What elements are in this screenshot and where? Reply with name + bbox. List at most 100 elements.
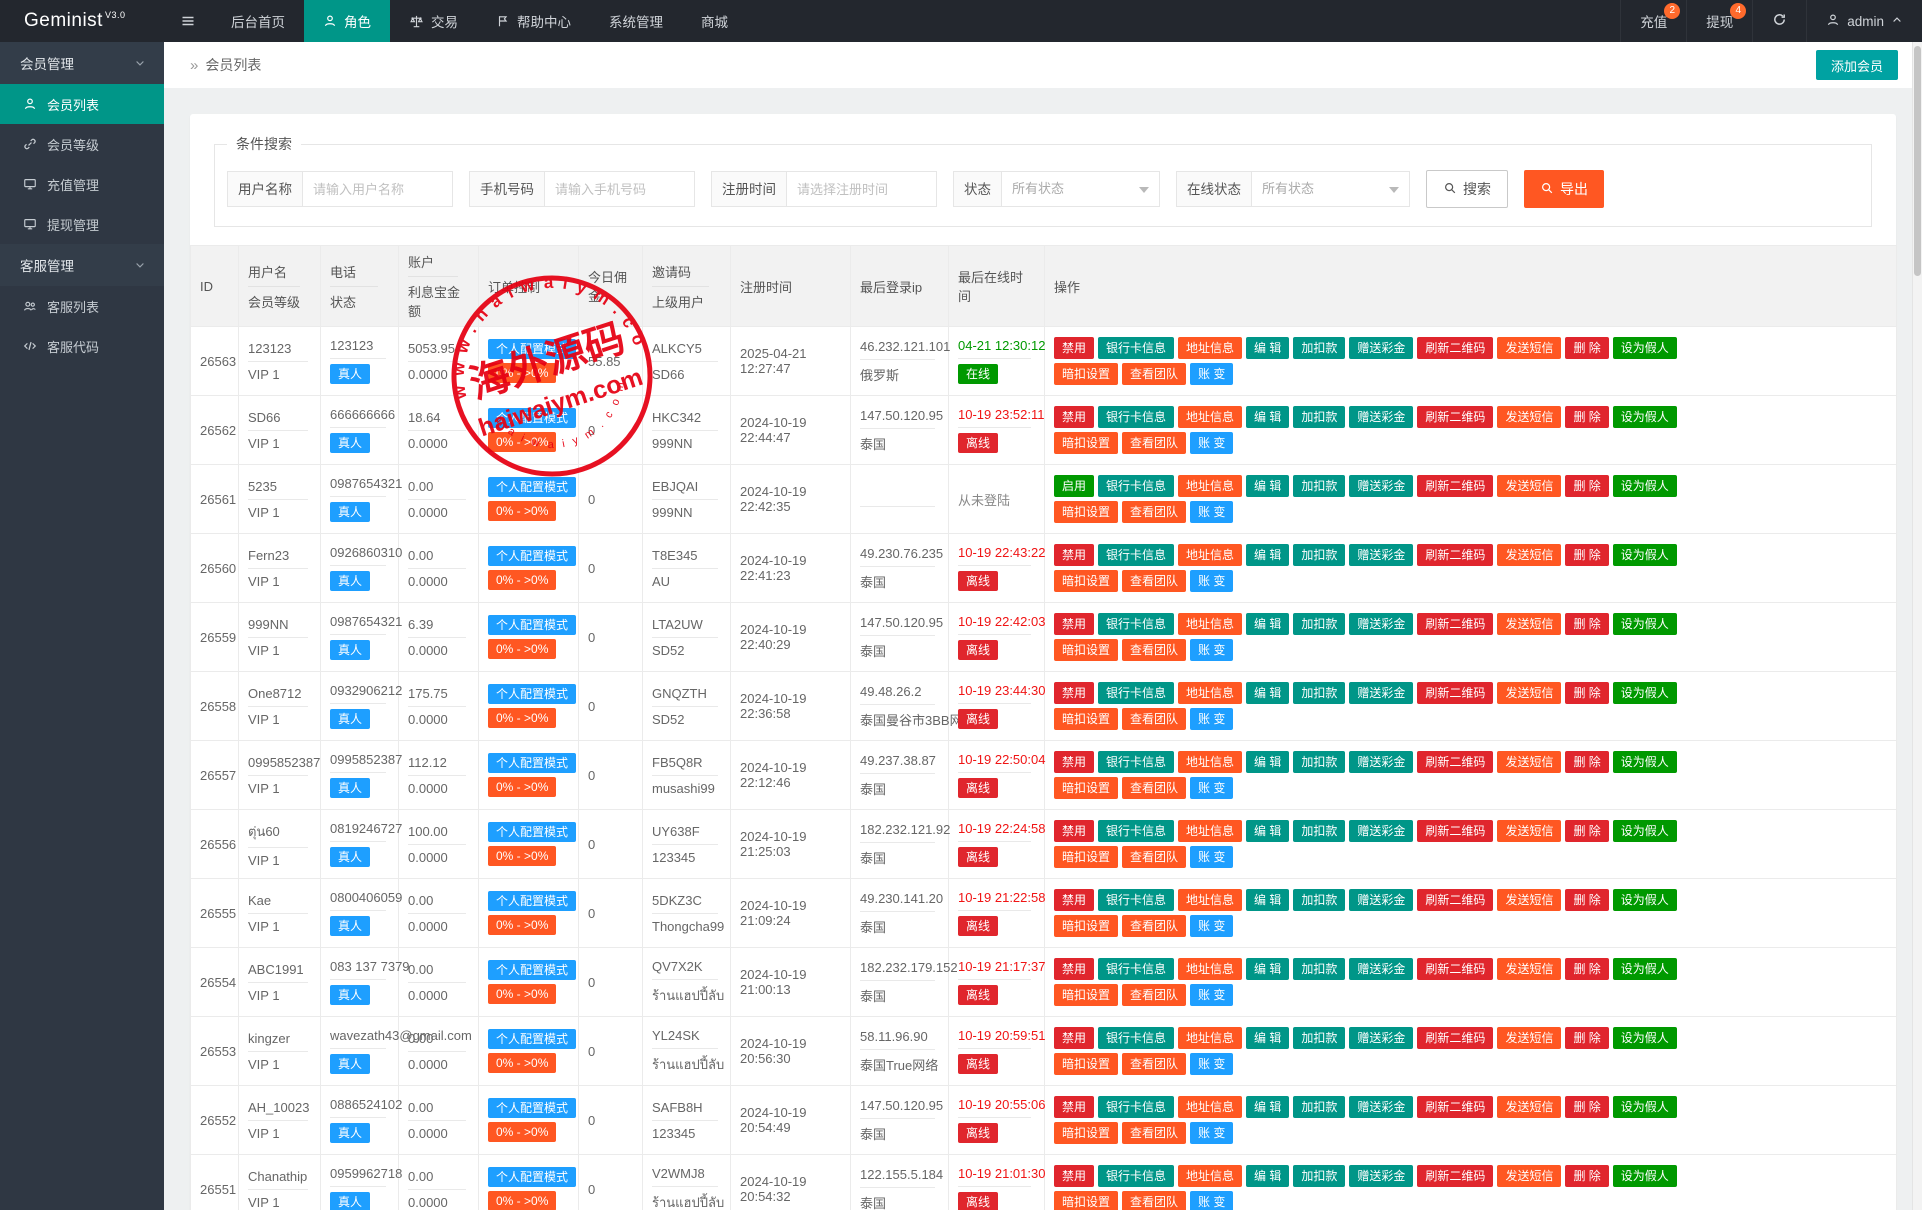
action-disable[interactable]: 禁用 xyxy=(1054,1165,1094,1187)
nav-item-help-center[interactable]: 帮助中心 xyxy=(477,0,590,42)
action-gift-bonus[interactable]: 赠送彩金 xyxy=(1349,337,1413,359)
action-gift-bonus[interactable]: 赠送彩金 xyxy=(1349,406,1413,428)
action-address-info[interactable]: 地址信息 xyxy=(1178,475,1242,497)
action-gift-bonus[interactable]: 赠送彩金 xyxy=(1349,475,1413,497)
sidebar-item-member-level[interactable]: 会员等级 xyxy=(0,124,164,164)
action-hidden-deduct[interactable]: 暗扣设置 xyxy=(1054,1053,1118,1075)
action-hidden-deduct[interactable]: 暗扣设置 xyxy=(1054,570,1118,592)
action-edit[interactable]: 编 辑 xyxy=(1246,1096,1289,1118)
action-view-team[interactable]: 查看团队 xyxy=(1122,1191,1186,1210)
action-view-team[interactable]: 查看团队 xyxy=(1122,1122,1186,1144)
action-delete[interactable]: 删 除 xyxy=(1565,406,1608,428)
action-hidden-deduct[interactable]: 暗扣设置 xyxy=(1054,915,1118,937)
action-view-team[interactable]: 查看团队 xyxy=(1122,846,1186,868)
action-delete[interactable]: 删 除 xyxy=(1565,613,1608,635)
action-hidden-deduct[interactable]: 暗扣设置 xyxy=(1054,1191,1118,1210)
action-send-sms[interactable]: 发送短信 xyxy=(1497,475,1561,497)
action-send-sms[interactable]: 发送短信 xyxy=(1497,889,1561,911)
action-view-team[interactable]: 查看团队 xyxy=(1122,432,1186,454)
action-view-team[interactable]: 查看团队 xyxy=(1122,639,1186,661)
action-edit[interactable]: 编 辑 xyxy=(1246,337,1289,359)
action-refresh-qrcode[interactable]: 刷新二维码 xyxy=(1417,1027,1493,1049)
action-set-fake[interactable]: 设为假人 xyxy=(1613,751,1677,773)
action-bank-info[interactable]: 银行卡信息 xyxy=(1098,820,1174,842)
action-set-fake[interactable]: 设为假人 xyxy=(1613,1096,1677,1118)
action-send-sms[interactable]: 发送短信 xyxy=(1497,958,1561,980)
action-disable[interactable]: 禁用 xyxy=(1054,820,1094,842)
action-set-fake[interactable]: 设为假人 xyxy=(1613,613,1677,635)
action-add-deduct[interactable]: 加扣款 xyxy=(1293,613,1345,635)
action-add-deduct[interactable]: 加扣款 xyxy=(1293,889,1345,911)
action-send-sms[interactable]: 发送短信 xyxy=(1497,337,1561,359)
action-send-sms[interactable]: 发送短信 xyxy=(1497,820,1561,842)
action-gift-bonus[interactable]: 赠送彩金 xyxy=(1349,751,1413,773)
action-send-sms[interactable]: 发送短信 xyxy=(1497,544,1561,566)
sidebar-item-service-code[interactable]: 客服代码 xyxy=(0,326,164,366)
action-disable[interactable]: 禁用 xyxy=(1054,751,1094,773)
action-disable[interactable]: 禁用 xyxy=(1054,958,1094,980)
action-gift-bonus[interactable]: 赠送彩金 xyxy=(1349,820,1413,842)
action-view-team[interactable]: 查看团队 xyxy=(1122,363,1186,385)
action-edit[interactable]: 编 辑 xyxy=(1246,1027,1289,1049)
action-disable[interactable]: 禁用 xyxy=(1054,613,1094,635)
action-hidden-deduct[interactable]: 暗扣设置 xyxy=(1054,501,1118,523)
action-hidden-deduct[interactable]: 暗扣设置 xyxy=(1054,708,1118,730)
action-delete[interactable]: 删 除 xyxy=(1565,820,1608,842)
action-gift-bonus[interactable]: 赠送彩金 xyxy=(1349,613,1413,635)
action-send-sms[interactable]: 发送短信 xyxy=(1497,682,1561,704)
action-delete[interactable]: 删 除 xyxy=(1565,1096,1608,1118)
action-set-fake[interactable]: 设为假人 xyxy=(1613,544,1677,566)
action-view-team[interactable]: 查看团队 xyxy=(1122,570,1186,592)
action-disable[interactable]: 禁用 xyxy=(1054,682,1094,704)
action-view-team[interactable]: 查看团队 xyxy=(1122,915,1186,937)
action-account-change[interactable]: 账 变 xyxy=(1190,777,1233,799)
nav-item-trade[interactable]: 交易 xyxy=(390,0,477,42)
action-add-deduct[interactable]: 加扣款 xyxy=(1293,958,1345,980)
phone-input[interactable] xyxy=(545,171,695,207)
action-send-sms[interactable]: 发送短信 xyxy=(1497,1027,1561,1049)
action-set-fake[interactable]: 设为假人 xyxy=(1613,475,1677,497)
nav-item-system[interactable]: 系统管理 xyxy=(590,0,682,42)
export-button[interactable]: 导出 xyxy=(1524,170,1604,208)
search-button[interactable]: 搜索 xyxy=(1426,170,1508,208)
action-bank-info[interactable]: 银行卡信息 xyxy=(1098,682,1174,704)
action-view-team[interactable]: 查看团队 xyxy=(1122,777,1186,799)
action-delete[interactable]: 删 除 xyxy=(1565,337,1608,359)
action-edit[interactable]: 编 辑 xyxy=(1246,682,1289,704)
action-gift-bonus[interactable]: 赠送彩金 xyxy=(1349,958,1413,980)
action-gift-bonus[interactable]: 赠送彩金 xyxy=(1349,1027,1413,1049)
action-refresh-qrcode[interactable]: 刷新二维码 xyxy=(1417,889,1493,911)
action-hidden-deduct[interactable]: 暗扣设置 xyxy=(1054,777,1118,799)
action-address-info[interactable]: 地址信息 xyxy=(1178,751,1242,773)
action-hidden-deduct[interactable]: 暗扣设置 xyxy=(1054,846,1118,868)
online-status-select[interactable]: 所有状态 xyxy=(1252,171,1410,207)
action-edit[interactable]: 编 辑 xyxy=(1246,475,1289,497)
action-address-info[interactable]: 地址信息 xyxy=(1178,1027,1242,1049)
action-delete[interactable]: 删 除 xyxy=(1565,544,1608,566)
action-address-info[interactable]: 地址信息 xyxy=(1178,1096,1242,1118)
admin-menu[interactable]: admin xyxy=(1806,0,1922,42)
action-account-change[interactable]: 账 变 xyxy=(1190,1191,1233,1210)
action-account-change[interactable]: 账 变 xyxy=(1190,639,1233,661)
action-gift-bonus[interactable]: 赠送彩金 xyxy=(1349,544,1413,566)
action-refresh-qrcode[interactable]: 刷新二维码 xyxy=(1417,958,1493,980)
action-address-info[interactable]: 地址信息 xyxy=(1178,544,1242,566)
action-set-fake[interactable]: 设为假人 xyxy=(1613,958,1677,980)
action-refresh-qrcode[interactable]: 刷新二维码 xyxy=(1417,820,1493,842)
action-send-sms[interactable]: 发送短信 xyxy=(1497,1096,1561,1118)
action-view-team[interactable]: 查看团队 xyxy=(1122,984,1186,1006)
action-account-change[interactable]: 账 变 xyxy=(1190,363,1233,385)
action-bank-info[interactable]: 银行卡信息 xyxy=(1098,337,1174,359)
action-send-sms[interactable]: 发送短信 xyxy=(1497,406,1561,428)
action-disable[interactable]: 禁用 xyxy=(1054,1027,1094,1049)
action-disable[interactable]: 禁用 xyxy=(1054,1096,1094,1118)
action-address-info[interactable]: 地址信息 xyxy=(1178,613,1242,635)
action-refresh-qrcode[interactable]: 刷新二维码 xyxy=(1417,751,1493,773)
action-set-fake[interactable]: 设为假人 xyxy=(1613,889,1677,911)
action-set-fake[interactable]: 设为假人 xyxy=(1613,820,1677,842)
action-edit[interactable]: 编 辑 xyxy=(1246,751,1289,773)
action-bank-info[interactable]: 银行卡信息 xyxy=(1098,475,1174,497)
action-delete[interactable]: 删 除 xyxy=(1565,751,1608,773)
sidebar-group-service-manage[interactable]: 客服管理 xyxy=(0,244,164,286)
action-set-fake[interactable]: 设为假人 xyxy=(1613,1165,1677,1187)
